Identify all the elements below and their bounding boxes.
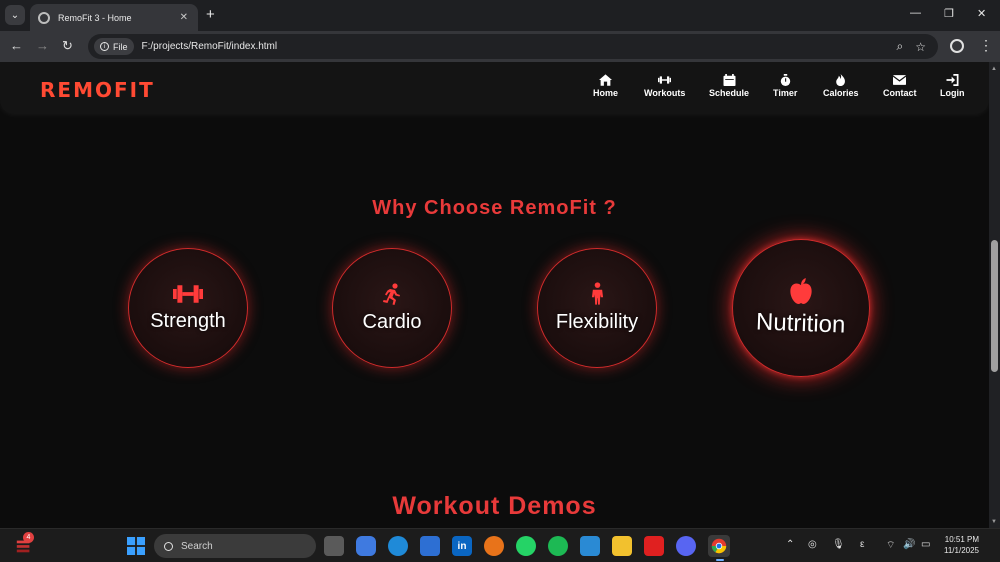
active-app-indicator xyxy=(716,559,724,561)
scroll-down-icon[interactable]: ▼ xyxy=(991,519,997,525)
language-indicator[interactable]: ε xyxy=(860,539,864,550)
maximize-button[interactable]: ❐ xyxy=(944,7,954,20)
windows-taskbar: 4 Search in ⌃ ◎ 🎙 ε ⌔ 🔊 ▭ 10:51 PM 11/1/… xyxy=(0,528,1000,562)
copilot-icon[interactable] xyxy=(356,536,376,556)
apple-icon xyxy=(790,278,812,304)
whatsapp-icon[interactable] xyxy=(516,536,536,556)
clock-time: 10:51 PM xyxy=(944,535,979,544)
nav-home[interactable]: Home xyxy=(593,74,618,98)
fire-icon xyxy=(836,74,846,86)
search-placeholder: Search xyxy=(181,540,213,552)
chrome-icon[interactable] xyxy=(708,535,730,557)
zoom-icon[interactable]: ⌕ xyxy=(897,39,904,54)
site-chip-label: File xyxy=(113,41,128,52)
clock-date: 11/1/2025 xyxy=(944,546,979,555)
browser-tabbar: ⌄ RemoFit 3 - Home ✕ + — ❐ ✕ xyxy=(0,0,1000,31)
nav-label: Timer xyxy=(773,88,798,98)
nav-contact[interactable]: Contact xyxy=(883,74,917,98)
nav-login[interactable]: Login xyxy=(940,74,965,98)
nav-schedule[interactable]: Schedule xyxy=(709,74,749,98)
discord-icon[interactable] xyxy=(676,536,696,556)
running-icon xyxy=(383,282,400,305)
battery-icon[interactable]: ▭ xyxy=(921,539,930,550)
edge-icon[interactable] xyxy=(388,536,408,556)
minimize-button[interactable]: — xyxy=(910,7,921,19)
menu-kebab-icon[interactable]: ⋮ xyxy=(979,38,993,52)
nav-workouts[interactable]: Workouts xyxy=(644,74,685,98)
nav-label: Contact xyxy=(883,88,917,98)
file-explorer-icon[interactable] xyxy=(612,536,632,556)
search-icon xyxy=(164,541,173,551)
feature-label: Flexibility xyxy=(555,311,639,333)
site-navbar: REMOFIT Home Workouts Schedule Timer Cal… xyxy=(0,62,989,114)
linkedin-icon[interactable]: in xyxy=(452,536,472,556)
page-viewport: REMOFIT Home Workouts Schedule Timer Cal… xyxy=(0,62,989,528)
volume-icon[interactable]: 🔊 xyxy=(903,539,915,550)
reload-icon[interactable]: ↻ xyxy=(62,39,73,53)
windows-start-icon[interactable] xyxy=(126,536,146,556)
feature-strength[interactable]: Strength xyxy=(128,248,248,368)
browser-toolbar: ← → ↻ i File F:/projects/RemoFit/index.h… xyxy=(0,31,1000,62)
notification-badge: 4 xyxy=(23,532,34,543)
youtube-icon[interactable] xyxy=(644,536,664,556)
dumbbell-icon xyxy=(658,76,672,84)
store-icon[interactable] xyxy=(420,536,440,556)
tray-overflow-icon[interactable]: ⌃ xyxy=(786,539,794,550)
home-icon xyxy=(599,74,612,86)
envelope-icon xyxy=(893,75,907,85)
info-icon: i xyxy=(100,42,109,51)
page-scrollbar[interactable]: ▲ ▼ xyxy=(989,62,1000,528)
tab-search-dropdown-icon[interactable]: ⌄ xyxy=(5,5,25,25)
system-clock[interactable]: 10:51 PM 11/1/2025 xyxy=(944,534,979,556)
browser-tab[interactable]: RemoFit 3 - Home ✕ xyxy=(30,4,198,31)
site-info-chip[interactable]: i File xyxy=(94,38,134,55)
feature-nutrition[interactable]: Nutrition xyxy=(732,239,870,377)
login-icon xyxy=(946,74,959,86)
profile-icon[interactable] xyxy=(950,39,964,53)
nav-label: Login xyxy=(940,88,965,98)
brand-logo[interactable]: REMOFIT xyxy=(40,78,155,102)
bookmark-star-icon[interactable]: ☆ xyxy=(915,40,926,54)
feature-flexibility[interactable]: Flexibility xyxy=(537,248,657,368)
copilot-tray-icon[interactable]: ◎ xyxy=(808,539,817,550)
why-choose-title: Why Choose RemoFit ? xyxy=(372,197,617,219)
spotify-icon[interactable] xyxy=(548,536,568,556)
stopwatch-icon xyxy=(780,74,790,86)
person-icon xyxy=(591,282,603,305)
nav-label: Home xyxy=(593,88,619,98)
task-view-icon[interactable] xyxy=(324,536,344,556)
taskbar-search[interactable]: Search xyxy=(154,534,316,558)
globe-icon xyxy=(38,11,50,24)
dumbbell-icon xyxy=(173,284,203,303)
nav-label: Schedule xyxy=(709,88,750,98)
feature-cardio[interactable]: Cardio xyxy=(332,248,452,368)
forward-arrow-icon[interactable]: → xyxy=(36,39,49,53)
firefox-icon[interactable] xyxy=(484,536,504,556)
scrollbar-thumb[interactable] xyxy=(991,240,998,372)
microphone-icon[interactable]: 🎙 xyxy=(832,539,845,550)
tab-close-icon[interactable]: ✕ xyxy=(180,12,188,23)
feature-label: Strength xyxy=(150,309,226,332)
feature-label: Nutrition xyxy=(755,308,847,339)
new-tab-button[interactable]: + xyxy=(206,6,215,23)
nav-label: Calories xyxy=(823,88,859,98)
scroll-up-icon[interactable]: ▲ xyxy=(991,66,997,72)
address-bar[interactable]: i File F:/projects/RemoFit/index.html ⌕ … xyxy=(88,34,938,59)
nav-label: Workouts xyxy=(644,88,686,98)
url-text[interactable]: F:/projects/RemoFit/index.html xyxy=(142,41,897,52)
tab-title: RemoFit 3 - Home xyxy=(58,12,132,23)
wifi-icon[interactable]: ⌔ xyxy=(886,539,895,552)
calendar-icon xyxy=(723,74,735,86)
vscode-icon[interactable] xyxy=(580,536,600,556)
workout-demos-title: Workout Demos xyxy=(392,492,597,520)
nav-timer[interactable]: Timer xyxy=(773,74,797,98)
nav-calories[interactable]: Calories xyxy=(823,74,859,98)
back-arrow-icon[interactable]: ← xyxy=(10,39,23,53)
close-window-button[interactable]: ✕ xyxy=(977,7,986,20)
feature-label: Cardio xyxy=(362,310,422,333)
